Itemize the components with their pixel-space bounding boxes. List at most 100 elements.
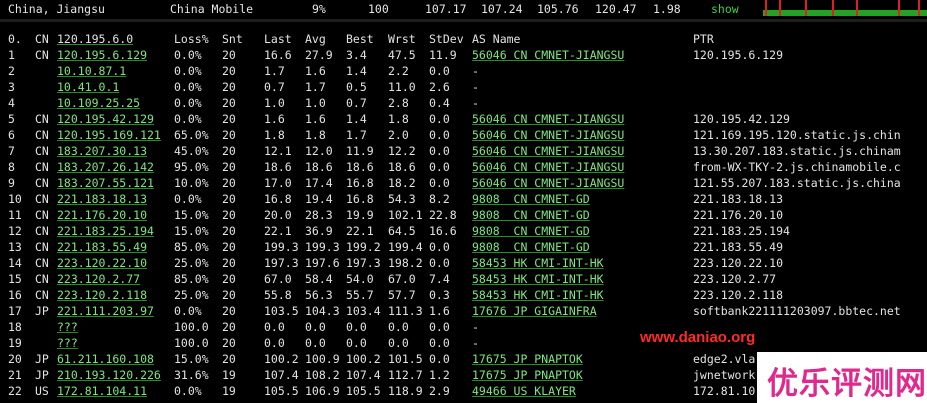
summary-avg: 107.24 (481, 2, 523, 16)
hop-last: 17.0 (264, 176, 292, 190)
sparkline-tick (918, 0, 920, 16)
country-code: CN (35, 256, 49, 270)
hop-ip[interactable]: 172.81.104.11 (57, 384, 147, 398)
hop-ip[interactable]: 120.195.169.121 (57, 128, 161, 142)
hop-as-name[interactable]: 9808 CN CMNET-GD (472, 192, 590, 206)
hop-avg: 18.6 (305, 160, 333, 174)
hop-number: 20 (8, 352, 22, 366)
table-row: 18??? 100.0 20 0.0 0.0 0.0 0.0 0.0 - (0, 320, 927, 336)
hop-last: 103.5 (264, 304, 299, 318)
hop-stdev: 2.9 (429, 384, 450, 398)
hop-last: 1.7 (264, 64, 285, 78)
hop-as-name[interactable]: 17676 JP GIGAINFRA (472, 304, 597, 318)
hop-ip[interactable]: 223.120.2.118 (57, 288, 147, 302)
hop-stdev: 1.2 (429, 368, 450, 382)
hop-ptr: 120.195.6.129 (693, 48, 784, 62)
hop-ip[interactable]: 183.207.55.121 (57, 176, 154, 190)
hop-stdev: 2.6 (429, 80, 450, 94)
hop-avg: 1.6 (305, 112, 326, 126)
summary-wrst: 120.47 (595, 2, 637, 16)
hop-best: 0.0 (346, 320, 367, 334)
hop-stdev: 0.0 (429, 336, 450, 350)
watermark-logo-text: 优乐评测网 (767, 366, 927, 402)
hop-ip[interactable]: 221.176.20.10 (57, 208, 147, 222)
hop-snt: 19 (222, 368, 236, 382)
hop-ip[interactable]: 10.109.25.25 (57, 96, 140, 110)
hop-as-name[interactable]: 9808 CN CMNET-GD (472, 208, 590, 222)
hop-best: 0.7 (346, 96, 367, 110)
hop-ip[interactable]: 10.41.0.1 (57, 80, 119, 94)
hop-as-name[interactable]: 9808 CN CMNET-GD (472, 240, 590, 254)
hop-wrst: 0.0 (388, 336, 409, 350)
hop-number: 15 (8, 272, 22, 286)
hop-as-name[interactable]: 56046 CN CMNET-JIANGSU (472, 176, 624, 190)
hop-snt: 20 (222, 272, 236, 286)
hop-ip[interactable]: 183.207.26.142 (57, 160, 154, 174)
hop-wrst: 118.9 (388, 384, 423, 398)
hop-number: 13 (8, 240, 22, 254)
hop-as-name[interactable]: 56046 CN CMNET-JIANGSU (472, 144, 624, 158)
hop-avg: 28.3 (305, 208, 333, 222)
hop-ip[interactable]: 223.120.2.77 (57, 272, 140, 286)
table-row: 10 CN 221.183.18.13 0.0% 20 16.8 19.4 16.8 54.3 8… (0, 192, 927, 208)
hop-as-name: - (472, 96, 479, 110)
hop-stdev: 1.6 (429, 304, 450, 318)
header-ip[interactable]: 120.195.6.0 (57, 32, 133, 46)
loss-sparkline (763, 0, 927, 19)
show-link[interactable]: show (711, 2, 739, 16)
hop-as-name[interactable]: 9808 CN CMNET-GD (472, 224, 590, 238)
table-row: 1 CN 120.195.6.129 0.0% 20 16.6 27.9 3.4 47.5 11.… (0, 48, 927, 64)
hop-as-name[interactable]: 56046 CN CMNET-JIANGSU (472, 128, 624, 142)
hop-snt: 20 (222, 160, 236, 174)
hop-as-name[interactable]: 56046 CN CMNET-JIANGSU (472, 160, 624, 174)
hop-ip[interactable]: 183.207.30.13 (57, 144, 147, 158)
table-row: 19??? 100.0 20 0.0 0.0 0.0 0.0 0.0 - (0, 336, 927, 352)
hop-as-name[interactable]: 49466 US KLAYER (472, 384, 576, 398)
summary-location: China, Jiangsu (8, 2, 105, 16)
hop-ip[interactable]: 221.111.203.97 (57, 304, 154, 318)
hop-ip[interactable]: ??? (57, 320, 78, 334)
hop-wrst: 2.2 (388, 64, 409, 78)
hop-wrst: 18.6 (388, 160, 416, 174)
hop-last: 20.0 (264, 208, 292, 222)
hop-ip[interactable]: ??? (57, 336, 78, 350)
hop-stdev: 16.6 (429, 224, 457, 238)
hop-last: 1.6 (264, 112, 285, 126)
hop-snt: 20 (222, 208, 236, 222)
hop-as-name[interactable]: 58453 HK CMI-INT-HK (472, 288, 604, 302)
country-code: CN (35, 224, 49, 238)
hop-number: 6 (8, 128, 15, 142)
hop-avg: 108.2 (305, 368, 340, 382)
hop-avg: 17.4 (305, 176, 333, 190)
hop-as-name[interactable]: 58453 HK CMI-INT-HK (472, 256, 604, 270)
hop-ip[interactable]: 61.211.160.108 (57, 352, 154, 366)
hop-as-name[interactable]: 58453 HK CMI-INT-HK (472, 272, 604, 286)
hop-snt: 20 (222, 48, 236, 62)
header-avg: Avg (305, 32, 326, 46)
hop-as-name[interactable]: 17675 JP PNAPTOK (472, 352, 583, 366)
hop-as-name: - (472, 80, 479, 94)
summary-loss: 9% (312, 2, 326, 16)
hop-as-name[interactable]: 17675 JP PNAPTOK (472, 368, 583, 382)
hop-ip[interactable]: 120.195.42.129 (57, 112, 154, 126)
country-code: JP (35, 352, 49, 366)
hop-ip[interactable]: 221.183.25.194 (57, 224, 154, 238)
hop-snt: 20 (222, 80, 236, 94)
hop-ip[interactable]: 221.183.55.49 (57, 240, 147, 254)
hop-as-name[interactable]: 56046 CN CMNET-JIANGSU (472, 112, 624, 126)
country-code: CN (35, 128, 49, 142)
hop-best: 100.2 (346, 352, 381, 366)
hop-number: 4 (8, 96, 15, 110)
hop-ip[interactable]: 221.183.18.13 (57, 192, 147, 206)
hop-ip[interactable]: 10.10.87.1 (57, 64, 126, 78)
country-code: CN (35, 144, 49, 158)
hop-avg: 197.6 (305, 256, 340, 270)
hop-ip[interactable]: 210.193.120.226 (57, 368, 161, 382)
hop-snt: 20 (222, 144, 236, 158)
hop-ip[interactable]: 223.120.22.10 (57, 256, 147, 270)
hop-as-name[interactable]: 56046 CN CMNET-JIANGSU (472, 48, 624, 62)
hop-last: 0.7 (264, 80, 285, 94)
table-row: 16 CN 223.120.2.118 25.0% 20 55.8 56.3 55.7 57.7… (0, 288, 927, 304)
table-row: 11 CN 221.176.20.10 15.0% 20 20.0 28.3 19.9 102.… (0, 208, 927, 224)
hop-ip[interactable]: 120.195.6.129 (57, 48, 147, 62)
